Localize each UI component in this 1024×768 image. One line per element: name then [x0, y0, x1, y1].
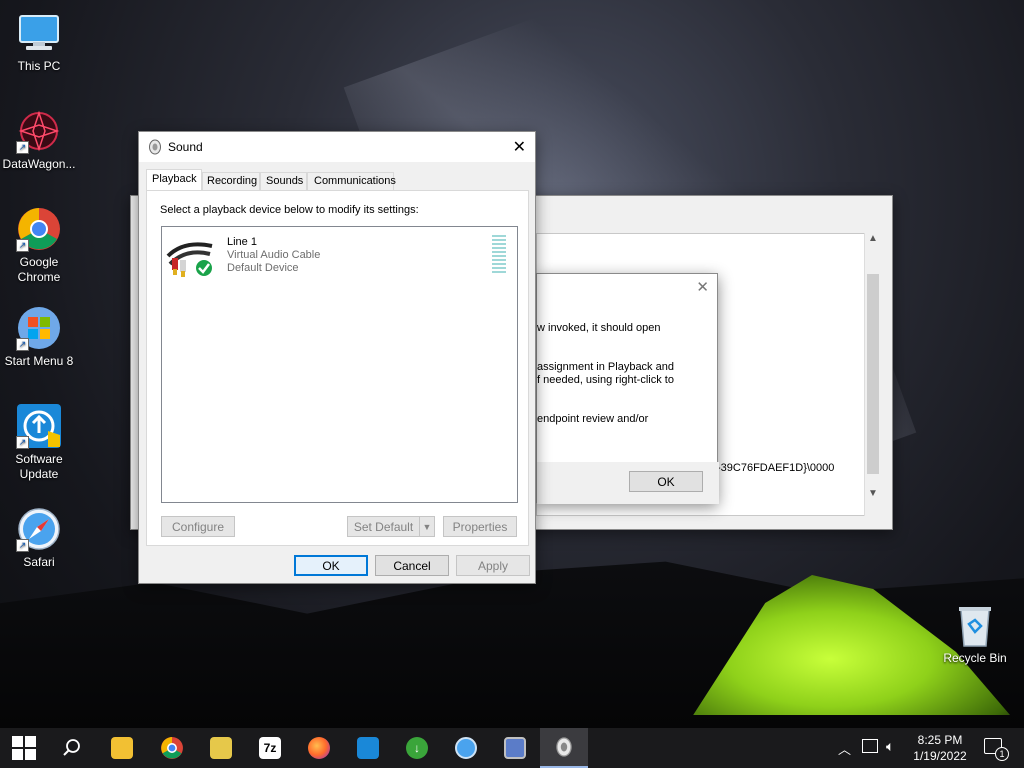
shortcut-arrow-icon: ↗ — [16, 338, 29, 351]
device-description: Virtual Audio Cable — [227, 249, 321, 261]
desktop-icon-label: Start Menu 8 — [4, 354, 74, 368]
download-arrow-icon: ↓ — [406, 737, 428, 759]
clock-time: 8:25 PM — [917, 733, 963, 747]
shortcut-arrow-icon: ↗ — [16, 436, 29, 449]
scroll-up-icon[interactable]: ▲ — [865, 233, 881, 244]
shortcut-arrow-icon: ↗ — [16, 239, 29, 252]
taskbar-file-explorer[interactable] — [98, 728, 146, 768]
scroll-thumb[interactable] — [867, 274, 879, 474]
taskbar-network-app[interactable] — [491, 728, 539, 768]
desktop-icon-start-menu-8[interactable]: ↗ Start Menu 8 — [0, 305, 78, 369]
close-icon[interactable]: ✕ — [513, 137, 526, 157]
info-ok-button[interactable]: OK — [629, 471, 703, 492]
close-icon[interactable]: ✕ — [696, 278, 709, 296]
desktop-icon-label: Safari — [23, 555, 55, 569]
speaker-icon — [556, 737, 572, 757]
taskbar-firefox[interactable] — [295, 728, 343, 768]
sound-dialog[interactable]: Sound ✕ Playback Recording Sounds Commun… — [138, 131, 536, 584]
info-line: endpoint review and/or — [537, 413, 649, 425]
computer-icon — [16, 10, 62, 56]
network-icon[interactable] — [862, 739, 878, 753]
taskbar-safari[interactable] — [442, 728, 490, 768]
seven-zip-icon: 7z — [259, 737, 281, 759]
desktop-icon-this-pc[interactable]: This PC — [0, 10, 78, 74]
folder-icon — [111, 737, 133, 759]
audio-cable-icon — [166, 242, 214, 278]
playback-instruction: Select a playback device below to modify… — [160, 204, 419, 216]
desktop-icon-google-chrome[interactable]: ↗ Google Chrome — [0, 206, 78, 285]
desktop-icon-label: Recycle Bin — [943, 651, 1007, 665]
taskbar-7zip[interactable]: 7z — [246, 728, 294, 768]
device-guid-text: -39C76FDAEF1D}\0000 — [717, 462, 835, 474]
taskbar-chrome[interactable] — [148, 728, 196, 768]
device-status: Default Device — [227, 262, 299, 274]
volume-meter — [492, 235, 506, 275]
device-list[interactable]: Line 1 Virtual Audio Cable Default Devic… — [161, 226, 518, 503]
network-computers-icon — [504, 737, 526, 759]
software-update-icon — [357, 737, 379, 759]
chrome-icon — [161, 737, 183, 759]
tab-playback[interactable]: Playback — [146, 169, 202, 191]
windows-orb-icon: ↗ — [16, 305, 62, 351]
software-update-icon: ↗ — [16, 403, 62, 449]
desktop-icon-label: Software Update — [15, 452, 63, 481]
desktop-icon-label: This PC — [17, 59, 61, 73]
start-button[interactable] — [0, 728, 48, 768]
info-dialog-text: w invoked, it should open assignment in … — [537, 322, 719, 426]
properties-button[interactable]: Properties — [443, 516, 517, 537]
info-line: w invoked, it should open — [537, 322, 661, 334]
clock[interactable]: 8:25 PM 1/19/2022 — [906, 732, 974, 764]
clock-date: 1/19/2022 — [913, 749, 967, 763]
info-dialog[interactable]: ✕ w invoked, it should open assignment i… — [536, 273, 719, 504]
tab-communications[interactable]: Communications — [307, 172, 396, 191]
chrome-icon: ↗ — [16, 206, 62, 252]
volume-icon[interactable]: 🔈︎ — [886, 738, 894, 755]
shopping-bag-icon — [210, 737, 232, 759]
ok-button[interactable]: OK — [294, 555, 368, 576]
tab-sounds[interactable]: Sounds — [260, 172, 307, 191]
set-default-button[interactable]: Set Default — [347, 516, 420, 537]
shortcut-arrow-icon: ↗ — [16, 141, 29, 154]
search-button[interactable] — [48, 728, 96, 768]
taskbar: 7z ↓ ︿ 🔈︎ 8:25 PM 1/19/2022 1 — [0, 728, 1024, 768]
desktop-icon-label: DataWagon... — [2, 157, 76, 171]
speaker-icon — [149, 139, 161, 155]
tab-recording[interactable]: Recording — [202, 172, 260, 191]
notification-count-badge: 1 — [995, 747, 1009, 761]
desktop-icon-software-update[interactable]: ↗ Software Update — [0, 403, 78, 482]
sound-title: Sound — [168, 140, 203, 154]
taskbar-sound[interactable] — [540, 728, 588, 768]
safari-icon — [455, 737, 477, 759]
desktop-icon-label: Google Chrome — [17, 255, 61, 284]
desktop-icon-datawagon[interactable]: ↗ DataWagon... — [0, 108, 78, 172]
taskbar-downloader[interactable]: ↓ — [393, 728, 441, 768]
taskbar-store[interactable] — [197, 728, 245, 768]
device-name: Line 1 — [227, 236, 257, 248]
datawagon-icon: ↗ — [16, 108, 62, 154]
shortcut-arrow-icon: ↗ — [16, 539, 29, 552]
scroll-down-icon[interactable]: ▼ — [865, 488, 881, 499]
windows-logo-icon — [12, 736, 36, 760]
search-icon — [63, 739, 80, 756]
info-line: assignment in Playback and — [537, 361, 674, 373]
device-item-line-1[interactable]: Line 1 Virtual Audio Cable Default Devic… — [162, 227, 517, 279]
apply-button[interactable]: Apply — [456, 555, 530, 576]
playback-panel: Select a playback device below to modify… — [146, 190, 529, 546]
configure-button[interactable]: Configure — [161, 516, 235, 537]
chevron-down-icon[interactable]: ▼ — [419, 516, 435, 537]
vertical-scrollbar[interactable]: ▲ ▼ — [864, 233, 881, 516]
desktop-icon-recycle-bin[interactable]: Recycle Bin — [936, 602, 1014, 666]
safari-icon: ↗ — [16, 506, 62, 552]
taskbar-software-update[interactable] — [344, 728, 392, 768]
firefox-icon — [308, 737, 330, 759]
info-line: f needed, using right-click to — [537, 374, 674, 386]
notification-center-icon[interactable]: 1 — [984, 738, 1009, 761]
sound-titlebar[interactable]: Sound ✕ — [139, 132, 535, 162]
desktop-icon-safari[interactable]: ↗ Safari — [0, 506, 78, 570]
cancel-button[interactable]: Cancel — [375, 555, 449, 576]
recycle-bin-icon — [952, 602, 998, 648]
chevron-up-icon[interactable]: ︿ — [838, 739, 851, 758]
